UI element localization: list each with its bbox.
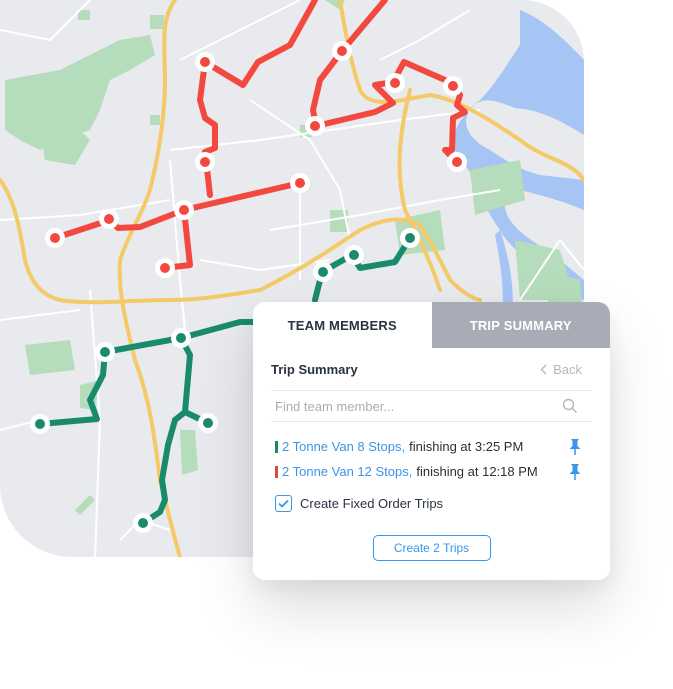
trip-name-link[interactable]: 2 Tonne Van 8 Stops, xyxy=(282,439,405,454)
stop-marker xyxy=(447,152,467,172)
trip-finish-time: finishing at 3:25 PM xyxy=(409,439,524,454)
back-label: Back xyxy=(553,361,582,377)
trip-list: 2 Tonne Van 8 Stops, finishing at 3:25 P… xyxy=(271,434,592,484)
trip-panel: TEAM MEMBERS TRIP SUMMARY Trip Summary B… xyxy=(253,302,610,580)
stop-marker xyxy=(133,513,153,533)
search-icon[interactable] xyxy=(562,398,578,414)
stop-marker xyxy=(45,228,65,248)
back-button[interactable]: Back xyxy=(540,362,582,377)
create-trips-button[interactable]: Create 2 Trips xyxy=(372,535,491,561)
trip-finish-time: finishing at 12:18 PM xyxy=(416,464,538,479)
trip-name-link[interactable]: 2 Tonne Van 12 Stops, xyxy=(282,464,412,479)
search-input[interactable] xyxy=(271,398,539,414)
stop-marker xyxy=(195,52,215,72)
panel-title: Trip Summary xyxy=(271,361,358,377)
stop-marker xyxy=(344,245,364,265)
stop-marker xyxy=(313,262,333,282)
trip-item: 2 Tonne Van 8 Stops, finishing at 3:25 P… xyxy=(271,434,592,459)
stop-marker xyxy=(198,413,218,433)
stop-marker xyxy=(290,173,310,193)
stop-marker xyxy=(443,76,463,96)
panel-tabs: TEAM MEMBERS TRIP SUMMARY xyxy=(253,302,610,348)
route-color-bar xyxy=(275,440,278,453)
stop-marker xyxy=(174,200,194,220)
stop-marker xyxy=(30,414,50,434)
fixed-order-checkbox[interactable] xyxy=(275,494,292,512)
tab-trip-summary[interactable]: TRIP SUMMARY xyxy=(431,302,610,348)
pin-icon xyxy=(569,438,581,455)
stop-marker xyxy=(400,228,420,248)
stop-marker xyxy=(155,258,175,278)
stop-marker xyxy=(99,209,119,229)
trip-item: 2 Tonne Van 12 Stops, finishing at 12:18… xyxy=(271,459,592,484)
route-color-bar xyxy=(275,465,278,478)
fixed-order-label: Create Fixed Order Trips xyxy=(300,495,444,511)
stop-marker xyxy=(171,328,191,348)
stop-marker xyxy=(332,41,352,61)
checkmark-icon xyxy=(278,499,289,508)
pin-icon xyxy=(569,463,581,480)
fixed-order-option: Create Fixed Order Trips xyxy=(271,490,592,516)
chevron-left-icon xyxy=(540,364,547,374)
panel-header: Trip Summary Back xyxy=(271,348,592,391)
stop-marker xyxy=(305,116,325,136)
stop-marker xyxy=(195,152,215,172)
tab-team-members[interactable]: TEAM MEMBERS xyxy=(253,302,432,348)
stop-marker xyxy=(95,342,115,362)
pin-button[interactable] xyxy=(568,438,582,456)
stop-marker xyxy=(385,73,405,93)
search-bar xyxy=(271,391,592,422)
pin-button[interactable] xyxy=(568,463,582,481)
